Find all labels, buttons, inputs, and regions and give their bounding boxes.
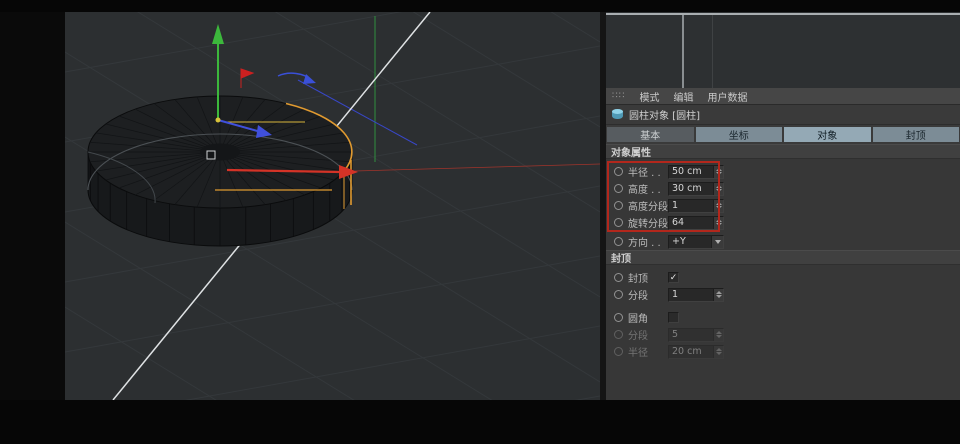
rotation-segments-stepper[interactable]	[713, 216, 723, 229]
fillet-segments-row: 分段 5	[606, 326, 960, 343]
param-circle-icon[interactable]	[614, 167, 623, 176]
rotation-segments-value[interactable]: 64	[669, 217, 713, 229]
top-black-bar	[0, 0, 960, 12]
panel-edge-line-2	[712, 15, 713, 88]
tab-object[interactable]: 对象	[784, 127, 871, 142]
height-row: 高度 . . 30 cm	[606, 180, 960, 197]
radius-stepper[interactable]	[713, 165, 723, 178]
orientation-dropdown[interactable]: +Y	[668, 234, 724, 249]
height-segments-value[interactable]: 1	[669, 200, 713, 212]
attribute-manager: ∷∷ 模式 编辑 用户数据 圆柱对象 [圆柱] 基本 坐标 对象 封顶 对象属性…	[606, 88, 960, 400]
object-properties-rows: 半径 . . 50 cm 高度 . . 30 cm 高度分段 1 旋转分段 64…	[606, 159, 960, 250]
orientation-row: 方向 . . +Y	[606, 233, 960, 250]
object-header: 圆柱对象 [圆柱]	[606, 105, 960, 125]
viewport-top-edge	[606, 13, 960, 15]
radius-value[interactable]: 50 cm	[669, 166, 713, 178]
panel-edge-line	[682, 15, 684, 88]
orientation-value[interactable]: +Y	[669, 236, 711, 248]
height-segments-label: 高度分段	[628, 202, 668, 213]
orientation-label: 方向 . .	[628, 238, 661, 249]
height-value[interactable]: 30 cm	[669, 183, 713, 195]
height-stepper[interactable]	[713, 182, 723, 195]
chevron-down-icon[interactable]	[711, 235, 723, 248]
caps-toggle-row: 封顶 ✓	[606, 269, 960, 286]
section-object-properties[interactable]: 对象属性	[606, 144, 960, 159]
fillet-segments-input: 5	[668, 327, 724, 342]
height-label: 高度 . .	[628, 185, 661, 196]
caps-segments-stepper[interactable]	[713, 288, 723, 301]
rotation-segments-input[interactable]: 64	[668, 215, 724, 230]
radius-row: 半径 . . 50 cm	[606, 163, 960, 180]
left-black-margin	[0, 12, 65, 400]
tab-coord[interactable]: 坐标	[695, 127, 782, 142]
viewport-scene[interactable]	[65, 12, 600, 400]
attribute-tabs: 基本 坐标 对象 封顶	[606, 125, 960, 144]
caps-checkbox[interactable]: ✓	[668, 272, 679, 283]
caps-segments-value[interactable]: 1	[669, 289, 713, 301]
fillet-radius-label: 半径	[628, 348, 648, 359]
upper-right-viewport-strip	[606, 12, 960, 88]
fillet-radius-value: 20 cm	[672, 345, 702, 357]
app-window: ∷∷ 模式 编辑 用户数据 圆柱对象 [圆柱] 基本 坐标 对象 封顶 对象属性…	[0, 0, 960, 444]
height-input[interactable]: 30 cm	[668, 181, 724, 196]
menu-userdata[interactable]: 用户数据	[707, 89, 747, 104]
caps-rows: 封顶 ✓ 分段 1 圆角 分段 5 半径 20 cm	[606, 265, 960, 360]
rotation-segments-label: 旋转分段	[628, 219, 668, 230]
grip-dots-icon[interactable]: ∷∷	[612, 91, 625, 101]
tab-caps[interactable]: 封顶	[872, 127, 959, 142]
param-circle-icon[interactable]	[614, 218, 623, 227]
bottom-black-bar	[0, 400, 960, 444]
fillet-row: 圆角	[606, 309, 960, 326]
fillet-radius-row: 半径 20 cm	[606, 343, 960, 360]
height-segments-row: 高度分段 1	[606, 197, 960, 214]
radius-input[interactable]: 50 cm	[668, 164, 724, 179]
fillet-segments-label: 分段	[628, 331, 648, 342]
param-circle-icon	[614, 330, 623, 339]
param-circle-icon[interactable]	[614, 184, 623, 193]
param-circle-icon[interactable]	[614, 237, 623, 246]
viewport-3d[interactable]	[65, 12, 600, 400]
param-circle-icon[interactable]	[614, 313, 623, 322]
attribute-menubar: ∷∷ 模式 编辑 用户数据	[606, 88, 960, 105]
caps-toggle-label: 封顶	[628, 274, 648, 285]
fillet-label: 圆角	[628, 314, 648, 325]
caps-segments-label: 分段	[628, 291, 648, 302]
param-circle-icon[interactable]	[614, 290, 623, 299]
caps-segments-input[interactable]: 1	[668, 287, 724, 302]
fillet-segments-value: 5	[672, 328, 679, 340]
rotation-segments-row: 旋转分段 64	[606, 214, 960, 231]
caps-segments-row: 分段 1	[606, 286, 960, 303]
fillet-segments-stepper	[713, 328, 723, 341]
menu-edit[interactable]: 编辑	[673, 89, 693, 104]
tab-basic[interactable]: 基本	[607, 127, 694, 142]
height-segments-input[interactable]: 1	[668, 198, 724, 213]
radius-label: 半径 . .	[628, 168, 661, 179]
fillet-radius-input: 20 cm	[668, 344, 724, 359]
fillet-checkbox[interactable]	[668, 312, 679, 323]
fillet-radius-stepper	[713, 345, 723, 358]
param-circle-icon	[614, 347, 623, 356]
menu-mode[interactable]: 模式	[639, 89, 659, 104]
param-circle-icon[interactable]	[614, 273, 623, 282]
height-segments-stepper[interactable]	[713, 199, 723, 212]
section-caps[interactable]: 封顶	[606, 250, 960, 265]
cylinder-icon	[612, 108, 623, 121]
param-circle-icon[interactable]	[614, 201, 623, 210]
object-title: 圆柱对象 [圆柱]	[629, 111, 700, 122]
